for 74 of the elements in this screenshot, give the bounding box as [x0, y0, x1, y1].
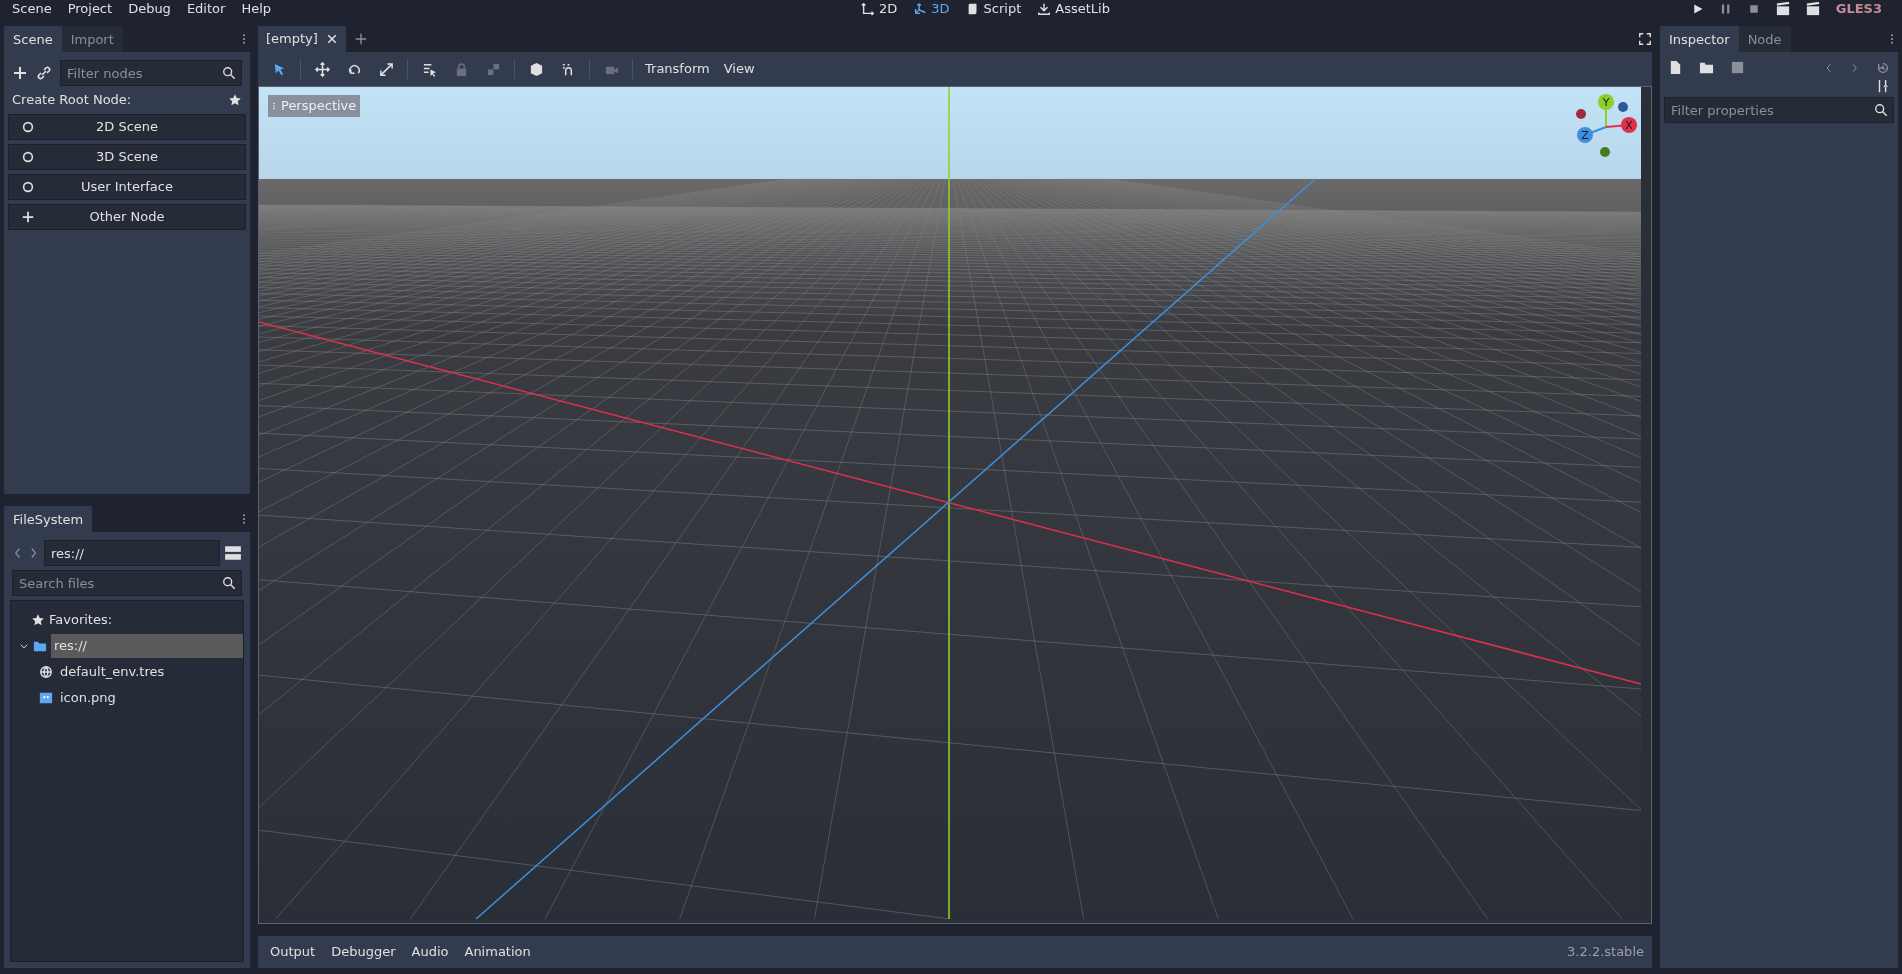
- menu-item[interactable]: Debug: [120, 0, 179, 19]
- path-field[interactable]: res://: [44, 540, 220, 566]
- folder-icon[interactable]: [1699, 60, 1714, 75]
- create-node-option[interactable]: Other Node: [8, 203, 246, 230]
- main-screen-tab[interactable]: 3D: [905, 0, 958, 19]
- plus-icon[interactable]: [12, 65, 28, 81]
- filter-properties-field[interactable]: Filter properties: [1664, 97, 1894, 123]
- circle-icon: [21, 179, 35, 194]
- link-icon[interactable]: [36, 65, 52, 81]
- axes-icon: [861, 2, 875, 16]
- viewport[interactable]: Perspective Y X Z: [258, 86, 1652, 924]
- tools-icon[interactable]: [1876, 79, 1890, 93]
- list-pointer-icon: [421, 61, 437, 77]
- star-icon: [31, 613, 45, 627]
- bottom-panel-tab[interactable]: Animation: [456, 939, 539, 965]
- bottom-panel-tab[interactable]: Debugger: [323, 939, 404, 965]
- move-arrows-icon: [314, 61, 330, 77]
- axis-gizmo[interactable]: Y X Z: [1571, 92, 1641, 162]
- clapperboard-icon[interactable]: [1805, 2, 1820, 16]
- chevron-down-icon[interactable]: [19, 641, 29, 651]
- bottom-panel-tab[interactable]: Output: [262, 939, 324, 965]
- main-screen-tab[interactable]: Script: [957, 0, 1030, 19]
- search-icon: [1874, 103, 1888, 117]
- split-view-icon[interactable]: [224, 544, 242, 562]
- menu-item[interactable]: Editor: [178, 0, 234, 19]
- clapperboard-icon[interactable]: [1775, 2, 1790, 16]
- menu-item[interactable]: Scene: [4, 0, 60, 19]
- scale-arrows-icon: [378, 61, 394, 77]
- search-icon: [222, 66, 236, 80]
- editor-tab[interactable]: [empty]: [258, 26, 346, 52]
- fullscreen-icon[interactable]: [1638, 32, 1652, 46]
- dock-tab[interactable]: Import: [61, 26, 123, 52]
- download-icon: [1037, 2, 1052, 16]
- folder-icon: [33, 639, 47, 653]
- globe-icon: [39, 665, 53, 679]
- menu-item[interactable]: Help: [233, 0, 279, 19]
- axes-icon: [913, 2, 928, 16]
- toolbar-menu[interactable]: Transform: [639, 56, 716, 82]
- plus-icon: [21, 209, 35, 224]
- pause-icon[interactable]: [1719, 3, 1732, 15]
- favorites-label: Favorites:: [49, 611, 113, 630]
- create-node-option[interactable]: 3D Scene: [8, 143, 246, 170]
- new-file-icon[interactable]: [1668, 60, 1683, 75]
- main-screen-tab[interactable]: AssetLib: [1029, 0, 1118, 19]
- toolbar-menu[interactable]: View: [717, 56, 761, 82]
- menu-item[interactable]: Project: [59, 0, 121, 19]
- close-icon[interactable]: [325, 33, 338, 45]
- cube-icon: [528, 61, 544, 77]
- file-tree-item[interactable]: res://: [51, 634, 243, 658]
- file-tree-item[interactable]: default_env.tres: [57, 660, 243, 684]
- bottom-panel-tab[interactable]: Audio: [403, 939, 457, 965]
- dock-tab[interactable]: Node: [1738, 26, 1791, 52]
- history-icon[interactable]: [1876, 60, 1890, 75]
- filter-nodes-field[interactable]: Filter nodes: [60, 60, 242, 86]
- star-icon[interactable]: [228, 92, 242, 107]
- file-tree-item[interactable]: icon.png: [57, 686, 243, 710]
- create-root-label: Create Root Node:: [12, 91, 133, 109]
- dock-tab[interactable]: FileSystem: [4, 506, 93, 532]
- image-icon: [39, 691, 53, 705]
- search-files-field[interactable]: Search files: [12, 570, 242, 596]
- create-node-option[interactable]: 2D Scene: [8, 113, 246, 140]
- create-node-option[interactable]: User Interface: [8, 173, 246, 200]
- search-icon: [222, 576, 236, 590]
- add-tab-icon[interactable]: [353, 32, 368, 46]
- circle-icon: [21, 149, 35, 164]
- play-icon[interactable]: [1691, 3, 1704, 15]
- stop-icon[interactable]: [1747, 3, 1760, 15]
- renderer-dropdown[interactable]: GLES3: [1835, 0, 1898, 19]
- circle-icon: [21, 119, 35, 134]
- grid-squares-icon: [485, 61, 501, 77]
- dock-tab[interactable]: Scene: [4, 26, 62, 52]
- dock-tab[interactable]: Inspector: [1660, 26, 1739, 52]
- version-label: 3.2.2.stable: [1567, 943, 1645, 962]
- main-screen-tab[interactable]: 2D: [853, 0, 906, 19]
